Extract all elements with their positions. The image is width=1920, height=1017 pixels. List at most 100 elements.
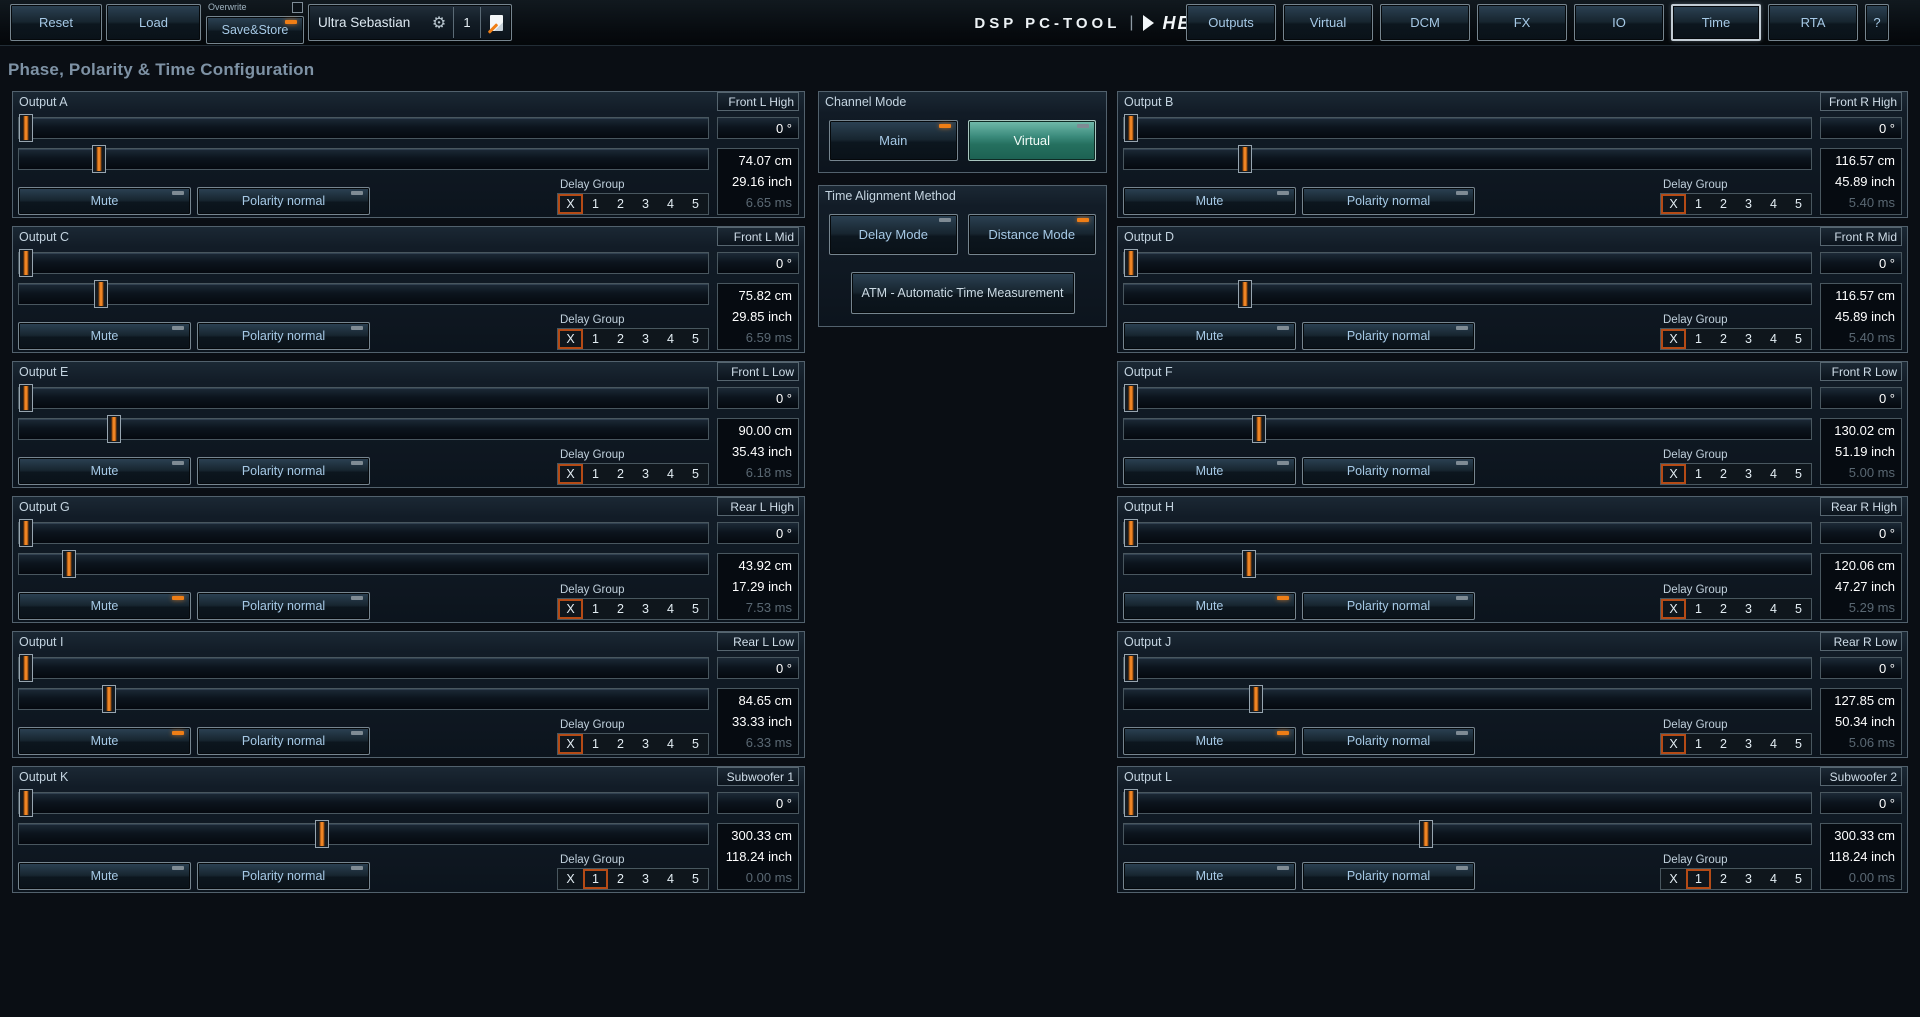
distance-slider-thumb[interactable]: [107, 415, 121, 443]
distance-inch-value[interactable]: 29.85 inch: [732, 307, 792, 327]
distance-slider[interactable]: [18, 148, 709, 170]
phase-slider-thumb[interactable]: [1124, 249, 1138, 277]
distance-cm-value[interactable]: 120.06 cm: [1834, 556, 1895, 576]
polarity-button[interactable]: Polarity normal: [1302, 322, 1475, 350]
distance-value-box[interactable]: 120.06 cm 47.27 inch 5.29 ms: [1820, 553, 1902, 620]
tab-dcm[interactable]: DCM: [1380, 4, 1470, 41]
phase-slider-thumb[interactable]: [19, 114, 33, 142]
delay-group-option-4[interactable]: 4: [658, 599, 683, 619]
atm-button[interactable]: ATM - Automatic Time Measurement: [851, 272, 1075, 314]
delay-group-option-x[interactable]: X: [1661, 599, 1686, 619]
mute-button[interactable]: Mute: [1123, 187, 1296, 215]
phase-slider[interactable]: [1123, 522, 1812, 544]
phase-slider-thumb[interactable]: [19, 249, 33, 277]
help-tab[interactable]: ?: [1865, 4, 1889, 41]
phase-value-field[interactable]: 0 °: [1820, 522, 1902, 544]
polarity-button[interactable]: Polarity normal: [197, 322, 370, 350]
mute-button[interactable]: Mute: [18, 727, 191, 755]
polarity-button[interactable]: Polarity normal: [197, 727, 370, 755]
delay-group-option-4[interactable]: 4: [658, 869, 683, 889]
distance-inch-value[interactable]: 51.19 inch: [1835, 442, 1895, 462]
delay-group-option-1[interactable]: 1: [583, 599, 608, 619]
phase-slider[interactable]: [18, 522, 709, 544]
distance-cm-value[interactable]: 116.57 cm: [1835, 151, 1895, 171]
delay-group-option-3[interactable]: 3: [633, 329, 658, 349]
overwrite-checkbox[interactable]: [292, 2, 303, 13]
distance-cm-value[interactable]: 74.07 cm: [739, 151, 792, 171]
delay-group-option-x[interactable]: X: [558, 869, 583, 889]
phase-slider-thumb[interactable]: [1124, 519, 1138, 547]
delay-group-option-3[interactable]: 3: [633, 869, 658, 889]
phase-value-field[interactable]: 0 °: [717, 657, 799, 679]
distance-slider[interactable]: [1123, 688, 1812, 710]
delay-group-option-3[interactable]: 3: [1736, 329, 1761, 349]
delay-group-option-x[interactable]: X: [558, 464, 583, 484]
phase-slider[interactable]: [1123, 117, 1812, 139]
phase-slider[interactable]: [1123, 387, 1812, 409]
tab-time[interactable]: Time: [1671, 4, 1761, 41]
polarity-button[interactable]: Polarity normal: [197, 862, 370, 890]
delay-group-option-3[interactable]: 3: [1736, 869, 1761, 889]
distance-inch-value[interactable]: 50.34 inch: [1835, 712, 1895, 732]
distance-cm-value[interactable]: 300.33 cm: [1834, 826, 1895, 846]
distance-inch-value[interactable]: 45.89 inch: [1835, 307, 1895, 327]
mute-button[interactable]: Mute: [1123, 592, 1296, 620]
distance-inch-value[interactable]: 29.16 inch: [732, 172, 792, 192]
distance-slider[interactable]: [1123, 418, 1812, 440]
phase-value-field[interactable]: 0 °: [1820, 387, 1902, 409]
polarity-button[interactable]: Polarity normal: [1302, 862, 1475, 890]
delay-group-option-1[interactable]: 1: [583, 329, 608, 349]
delay-group-option-x[interactable]: X: [1661, 734, 1686, 754]
distance-slider[interactable]: [18, 688, 709, 710]
delay-group-option-2[interactable]: 2: [1711, 464, 1736, 484]
distance-value-box[interactable]: 116.57 cm 45.89 inch 5.40 ms: [1820, 148, 1902, 215]
polarity-button[interactable]: Polarity normal: [1302, 727, 1475, 755]
delay-group-option-2[interactable]: 2: [608, 734, 633, 754]
mute-button[interactable]: Mute: [1123, 862, 1296, 890]
distance-value-box[interactable]: 127.85 cm 50.34 inch 5.06 ms: [1820, 688, 1902, 755]
phase-slider[interactable]: [1123, 252, 1812, 274]
distance-cm-value[interactable]: 43.92 cm: [739, 556, 792, 576]
delay-group-option-4[interactable]: 4: [1761, 464, 1786, 484]
phase-value-field[interactable]: 0 °: [1820, 792, 1902, 814]
phase-slider-thumb[interactable]: [1124, 114, 1138, 142]
distance-cm-value[interactable]: 127.85 cm: [1834, 691, 1895, 711]
mute-button[interactable]: Mute: [1123, 457, 1296, 485]
distance-slider-thumb[interactable]: [92, 145, 106, 173]
distance-slider-thumb[interactable]: [1419, 820, 1433, 848]
delay-group-option-3[interactable]: 3: [633, 464, 658, 484]
delay-group-option-1[interactable]: 1: [1686, 194, 1711, 214]
phase-value-field[interactable]: 0 °: [717, 117, 799, 139]
polarity-button[interactable]: Polarity normal: [197, 187, 370, 215]
tab-outputs[interactable]: Outputs: [1186, 4, 1276, 41]
distance-slider[interactable]: [18, 418, 709, 440]
mute-button[interactable]: Mute: [18, 457, 191, 485]
distance-slider-thumb[interactable]: [1249, 685, 1263, 713]
delay-group-option-4[interactable]: 4: [1761, 194, 1786, 214]
distance-slider-thumb[interactable]: [62, 550, 76, 578]
distance-slider-thumb[interactable]: [94, 280, 108, 308]
distance-slider[interactable]: [18, 823, 709, 845]
delay-group-option-5[interactable]: 5: [1786, 734, 1811, 754]
phase-slider[interactable]: [1123, 792, 1812, 814]
distance-slider[interactable]: [1123, 283, 1812, 305]
delay-group-option-2[interactable]: 2: [608, 869, 633, 889]
delay-group-option-3[interactable]: 3: [1736, 734, 1761, 754]
phase-slider-thumb[interactable]: [19, 519, 33, 547]
delay-group-option-1[interactable]: 1: [1686, 869, 1711, 889]
delay-group-option-4[interactable]: 4: [1761, 329, 1786, 349]
polarity-button[interactable]: Polarity normal: [1302, 457, 1475, 485]
phase-value-field[interactable]: 0 °: [1820, 117, 1902, 139]
delay-group-option-4[interactable]: 4: [1761, 869, 1786, 889]
polarity-button[interactable]: Polarity normal: [197, 592, 370, 620]
phase-value-field[interactable]: 0 °: [1820, 252, 1902, 274]
delay-group-option-5[interactable]: 5: [1786, 599, 1811, 619]
mute-button[interactable]: Mute: [18, 862, 191, 890]
delay-group-option-2[interactable]: 2: [608, 194, 633, 214]
polarity-button[interactable]: Polarity normal: [197, 457, 370, 485]
delay-group-option-3[interactable]: 3: [633, 194, 658, 214]
delay-group-option-2[interactable]: 2: [1711, 734, 1736, 754]
distance-value-box[interactable]: 116.57 cm 45.89 inch 5.40 ms: [1820, 283, 1902, 350]
distance-slider[interactable]: [18, 283, 709, 305]
delay-group-option-5[interactable]: 5: [683, 329, 708, 349]
